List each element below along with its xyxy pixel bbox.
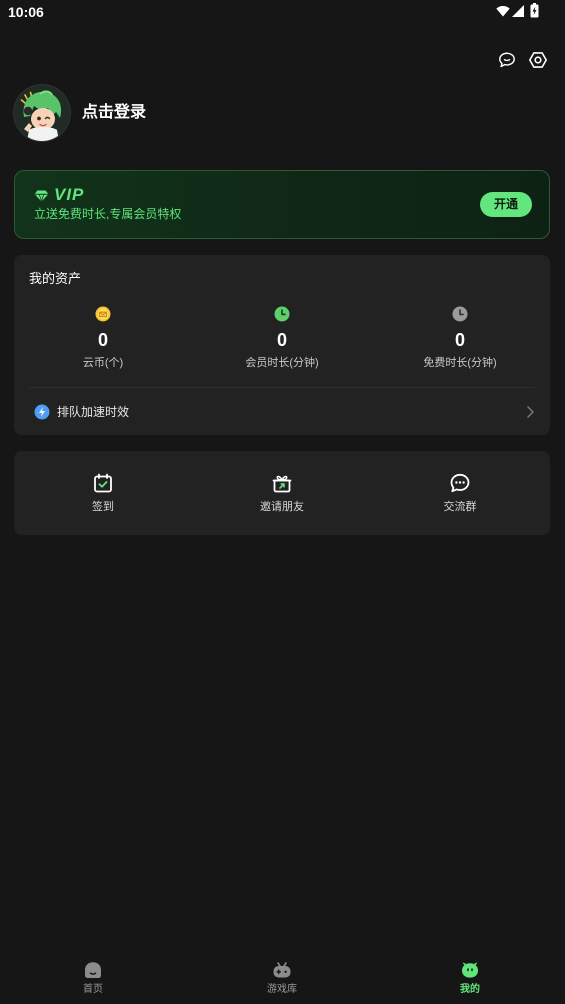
action-label: 签到 [92, 501, 114, 513]
asset-label: 会员时长(分钟) [245, 357, 319, 369]
avatar[interactable] [14, 85, 70, 141]
action-label: 邀请朋友 [260, 501, 304, 513]
nav-label: 首页 [83, 984, 103, 995]
home-icon [83, 960, 103, 980]
vip-subtitle: 立送免费时长,专属会员特权 [34, 207, 182, 221]
asset-coins[interactable]: 0 云币(个) [43, 255, 163, 380]
nav-label: 我的 [460, 984, 480, 995]
nav-label: 游戏库 [267, 984, 297, 995]
clock-icon [274, 306, 290, 322]
diamond-icon [34, 190, 49, 202]
gift-icon [271, 472, 293, 494]
chevron-right-icon [522, 404, 538, 420]
signal-icon [512, 5, 524, 17]
queue-boost-row[interactable]: 排队加速时效 [14, 400, 550, 424]
action-label: 交流群 [443, 501, 477, 513]
nav-home[interactable]: 首页 [53, 958, 133, 1002]
asset-value: 0 [276, 330, 287, 350]
coin-icon [95, 306, 111, 322]
asset-label: 免费时长(分钟) [423, 357, 497, 369]
vip-open-button[interactable]: 开通 [480, 192, 532, 217]
asset-value: 0 [454, 330, 465, 350]
battery-icon [530, 3, 539, 18]
asset-member-time[interactable]: 0 会员时长(分钟) [222, 255, 342, 380]
settings-icon[interactable] [528, 50, 548, 70]
vip-card[interactable]: VIP 立送免费时长,专属会员特权 开通 [14, 170, 550, 239]
checkin-button[interactable]: 签到 [43, 451, 163, 535]
clock-icon [452, 306, 468, 322]
chat-icon[interactable] [498, 51, 516, 69]
invite-friends-button[interactable]: 邀请朋友 [222, 451, 342, 535]
calendar-check-icon [92, 472, 114, 494]
wifi-icon [496, 5, 510, 17]
nav-game-library[interactable]: 游戏库 [242, 958, 322, 1002]
login-link[interactable]: 点击登录 [82, 103, 146, 123]
queue-boost-label: 排队加速时效 [57, 405, 130, 419]
status-time: 10:06 [8, 4, 44, 20]
asset-value: 0 [97, 330, 108, 350]
nav-mine[interactable]: 我的 [430, 958, 510, 1002]
lightning-icon [34, 404, 50, 420]
chat-icon [449, 472, 471, 494]
gamepad-icon [272, 960, 292, 980]
vip-badge: VIP [54, 185, 85, 204]
asset-free-time[interactable]: 0 免费时长(分钟) [400, 255, 520, 380]
asset-label: 云币(个) [82, 357, 124, 369]
mine-icon [460, 960, 480, 980]
quick-actions-card: 签到 邀请朋友 交流群 [14, 451, 550, 535]
divider [29, 387, 535, 388]
assets-card: 我的资产 0 云币(个) 0 会员时长(分钟) 0 免费时长(分钟) 排队加速时… [14, 255, 550, 435]
chat-group-button[interactable]: 交流群 [400, 451, 520, 535]
